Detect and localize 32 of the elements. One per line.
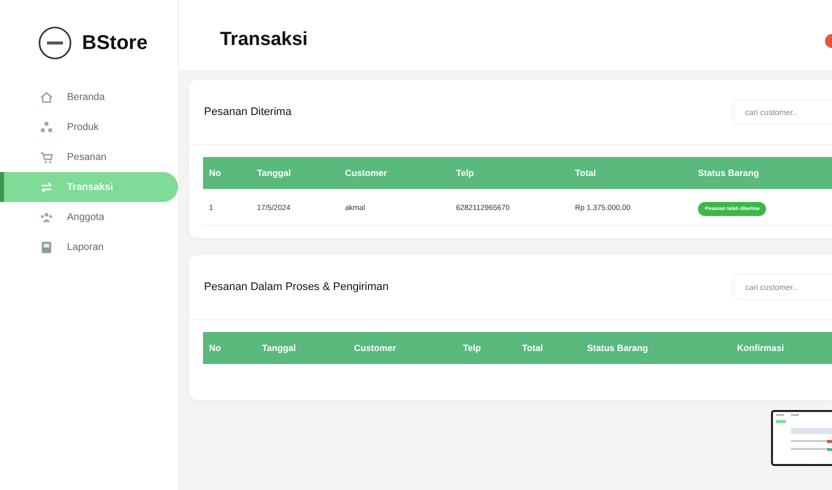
column-header: Status Barang [697, 168, 760, 178]
column-header: No [208, 343, 222, 353]
section-title: Pesanan Dalam Proses & Pengiriman [204, 281, 389, 293]
page-title: Transaksi [220, 29, 308, 51]
sidebar-item[interactable]: Produk [0, 112, 178, 142]
column-header: Status Barang [586, 343, 650, 353]
column-header: No [208, 168, 222, 178]
people-icon [40, 210, 53, 224]
swap-arrows-icon [40, 180, 53, 194]
sidebar-item[interactable]: Laporan [0, 232, 178, 262]
sidebar-item[interactable]: Anggota [0, 202, 178, 232]
section-title: Pesanan Diterima [204, 106, 292, 118]
column-header: Tanggal [261, 343, 297, 353]
search-field[interactable]: cari customer.. [732, 99, 832, 125]
brand-name: BStore [82, 32, 148, 54]
column-header: Telp [455, 168, 475, 178]
cart-icon [40, 150, 53, 164]
column-header: Konfirmasi [736, 343, 786, 353]
column-header: Customer [353, 343, 398, 353]
home-icon [40, 90, 53, 104]
column-header: Customer [344, 168, 388, 178]
sidebar-item[interactable]: Beranda [0, 82, 178, 112]
column-header: Total [521, 343, 544, 353]
search-field[interactable]: cari customer.. [732, 274, 832, 300]
logo-icon [38, 26, 72, 60]
book-icon [40, 240, 53, 254]
column-header: Total [574, 168, 597, 178]
boxes-icon [40, 120, 53, 134]
column-header: Telp [462, 343, 482, 353]
screenshot-thumbnail[interactable] [771, 410, 832, 466]
sidebar-item[interactable]: Pesanan [0, 142, 178, 172]
column-header: Tanggal [256, 168, 292, 178]
